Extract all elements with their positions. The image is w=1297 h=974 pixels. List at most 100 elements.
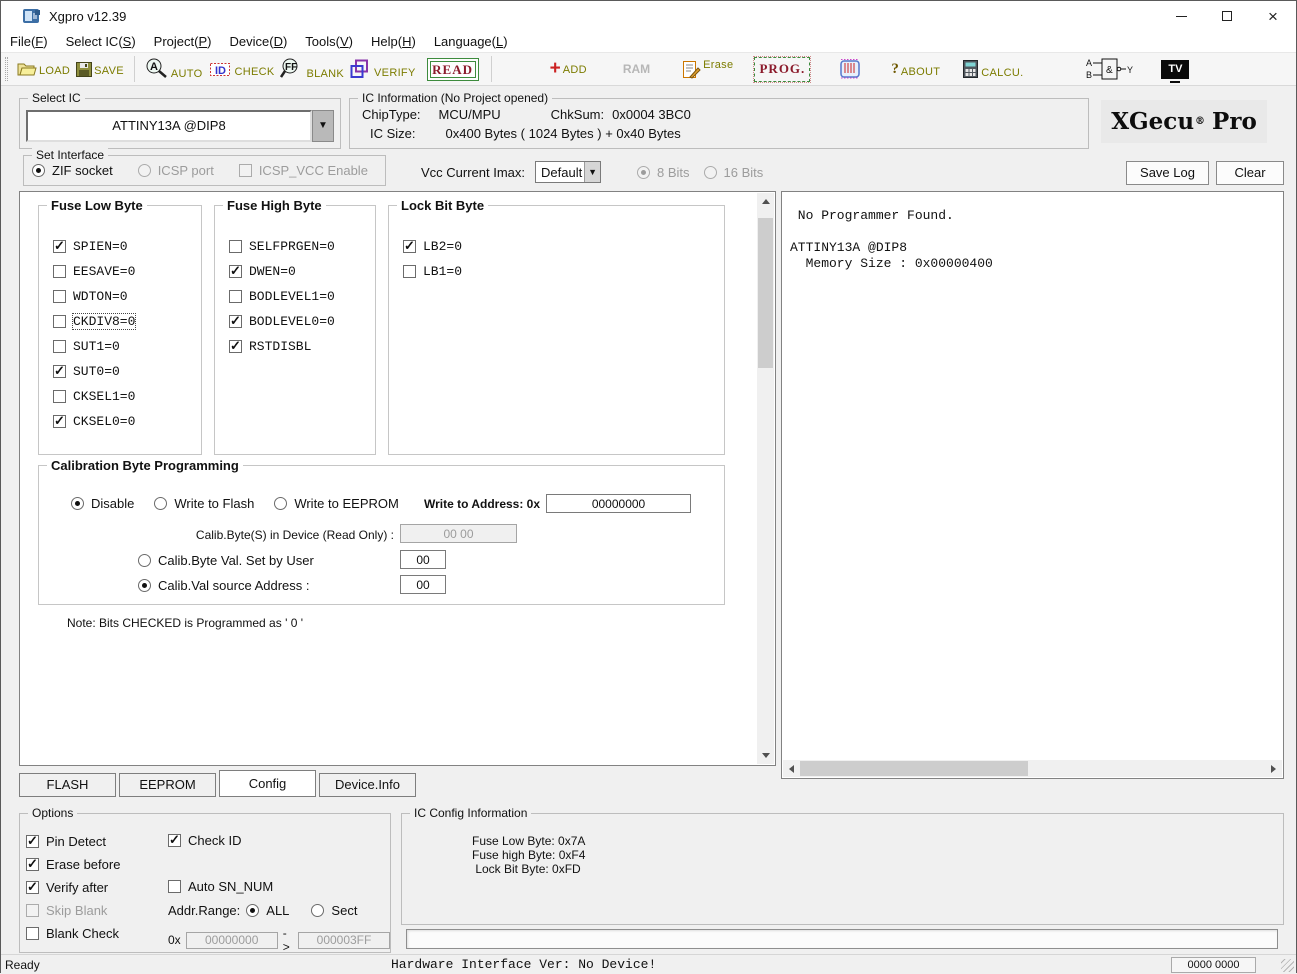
ic-combo-value[interactable]: ATTINY13A @DIP8 bbox=[26, 110, 312, 142]
checkbox-icon[interactable] bbox=[53, 340, 66, 353]
checkbox-wdton-0[interactable]: WDTON=0 bbox=[53, 284, 135, 309]
logic-gate-button[interactable]: A B & Y bbox=[1082, 54, 1136, 84]
menu-item-select-ic[interactable]: Select IC(S) bbox=[57, 34, 145, 49]
checkbox-rstdisbl[interactable]: RSTDISBL bbox=[229, 334, 335, 359]
checkbox-spien-0[interactable]: SPIEN=0 bbox=[53, 234, 135, 259]
checkbox-icon[interactable] bbox=[168, 880, 181, 893]
ic-combo[interactable]: ATTINY13A @DIP8 ▼ bbox=[26, 110, 334, 142]
checkbox-icon[interactable] bbox=[53, 240, 66, 253]
checkbox-auto-sn-num[interactable]: Auto SN_NUM bbox=[168, 879, 273, 894]
checkbox-icon[interactable] bbox=[229, 290, 242, 303]
check-button[interactable]: ID CHECK bbox=[205, 59, 277, 80]
radio-write-to-eeprom[interactable]: Write to EEPROM bbox=[274, 496, 399, 511]
checkbox-ckdiv8-0[interactable]: CKDIV8=0 bbox=[53, 309, 135, 334]
checkbox-icon[interactable] bbox=[53, 290, 66, 303]
radio-icon[interactable] bbox=[138, 554, 151, 567]
checkbox-erase-before[interactable]: Erase before bbox=[26, 853, 120, 876]
ic-combo-dropdown-button[interactable]: ▼ bbox=[312, 110, 334, 142]
menu-item-project[interactable]: Project(P) bbox=[145, 34, 221, 49]
menu-item-device[interactable]: Device(D) bbox=[220, 34, 296, 49]
checkbox-bodlevel1-0[interactable]: BODLEVEL1=0 bbox=[229, 284, 335, 309]
checkbox-icon[interactable] bbox=[53, 365, 66, 378]
tab-flash[interactable]: FLASH bbox=[19, 773, 116, 797]
checkbox-icon[interactable] bbox=[26, 858, 39, 871]
checkbox-lb1-0[interactable]: LB1=0 bbox=[403, 259, 462, 284]
checkbox-verify-after[interactable]: Verify after bbox=[26, 876, 120, 899]
menu-item-tools[interactable]: Tools(V) bbox=[296, 34, 362, 49]
checkbox-selfprgen-0[interactable]: SELFPRGEN=0 bbox=[229, 234, 335, 259]
radio-sect[interactable]: Sect bbox=[311, 903, 357, 918]
checkbox-eesave-0[interactable]: EESAVE=0 bbox=[53, 259, 135, 284]
checkbox-sut1-0[interactable]: SUT1=0 bbox=[53, 334, 135, 359]
vcc-select[interactable]: Default ▼ bbox=[535, 161, 601, 183]
checkbox-dwen-0[interactable]: DWEN=0 bbox=[229, 259, 335, 284]
checkbox-icon[interactable] bbox=[53, 315, 66, 328]
scroll-left-button[interactable] bbox=[783, 760, 800, 777]
radio-icon[interactable] bbox=[246, 904, 259, 917]
checkbox-icon[interactable] bbox=[26, 835, 39, 848]
horizontal-scrollbar[interactable] bbox=[783, 760, 1282, 777]
blank-button[interactable]: FF BLANK bbox=[277, 56, 347, 82]
menu-item-file[interactable]: File(F) bbox=[1, 34, 57, 49]
radio-icon[interactable] bbox=[154, 497, 167, 510]
tab-device-info[interactable]: Device.Info bbox=[319, 773, 416, 797]
checkbox-icon[interactable] bbox=[26, 881, 39, 894]
checkbox-icon[interactable] bbox=[53, 390, 66, 403]
save-button[interactable]: SAVE bbox=[73, 60, 127, 79]
checkbox-icon[interactable] bbox=[403, 265, 416, 278]
tab-eeprom[interactable]: EEPROM bbox=[119, 773, 216, 797]
radio-all[interactable]: ALL bbox=[246, 903, 289, 918]
auto-button[interactable]: A AUTO bbox=[142, 56, 206, 82]
checkbox-cksel0-0[interactable]: CKSEL0=0 bbox=[53, 409, 135, 434]
checkbox-sut0-0[interactable]: SUT0=0 bbox=[53, 359, 135, 384]
radio-icon[interactable] bbox=[138, 579, 151, 592]
scroll-right-button[interactable] bbox=[1265, 760, 1282, 777]
write-address-input[interactable] bbox=[546, 494, 691, 513]
save-log-button[interactable]: Save Log bbox=[1126, 161, 1209, 185]
ic-test-button[interactable] bbox=[834, 56, 866, 82]
radio-calib-byte-val-set-by-user[interactable]: Calib.Byte Val. Set by User bbox=[138, 553, 314, 568]
calculator-button[interactable]: CALCU. bbox=[959, 57, 1026, 81]
scroll-up-button[interactable] bbox=[757, 193, 774, 210]
scrollbar-thumb[interactable] bbox=[758, 218, 773, 368]
checkbox-icon[interactable] bbox=[53, 415, 66, 428]
calib-source-input[interactable] bbox=[400, 575, 446, 594]
radio-icon[interactable] bbox=[32, 164, 45, 177]
radio-icon[interactable] bbox=[311, 904, 324, 917]
read-button[interactable]: READ bbox=[427, 58, 479, 81]
checkbox-icon[interactable] bbox=[229, 240, 242, 253]
radio-icon[interactable] bbox=[274, 497, 287, 510]
verify-button[interactable]: VERIFY bbox=[347, 57, 419, 81]
checkbox-icon[interactable] bbox=[229, 340, 242, 353]
minimize-button[interactable] bbox=[1158, 1, 1204, 31]
prog-button[interactable]: PROG. bbox=[754, 57, 810, 82]
about-button[interactable]: ? ABOUT bbox=[888, 59, 943, 80]
close-button[interactable]: × bbox=[1250, 1, 1296, 31]
checkbox-icon[interactable] bbox=[53, 265, 66, 278]
erase-button[interactable]: Erase bbox=[679, 57, 736, 81]
radio-calib-val-source-address[interactable]: Calib.Val source Address : bbox=[138, 578, 310, 593]
checkbox-lb2-0[interactable]: LB2=0 bbox=[403, 234, 462, 259]
add-button[interactable]: + ADD bbox=[547, 60, 590, 78]
checkbox-blank-check[interactable]: Blank Check bbox=[26, 922, 120, 945]
radio-write-to-flash[interactable]: Write to Flash bbox=[154, 496, 254, 511]
menu-item-language[interactable]: Language(L) bbox=[425, 34, 517, 49]
load-button[interactable]: LOAD bbox=[14, 60, 73, 79]
checkbox-icon[interactable] bbox=[229, 315, 242, 328]
checkbox-icon[interactable] bbox=[403, 240, 416, 253]
radio-icon[interactable] bbox=[71, 497, 84, 510]
maximize-button[interactable] bbox=[1204, 1, 1250, 31]
tab-config[interactable]: Config bbox=[219, 770, 316, 797]
checkbox-check-id[interactable]: Check ID bbox=[168, 833, 241, 848]
tv-button[interactable]: TV bbox=[1158, 58, 1192, 81]
checkbox-pin-detect[interactable]: Pin Detect bbox=[26, 830, 120, 853]
radio-zif-socket[interactable]: ZIF socket bbox=[32, 163, 113, 178]
checkbox-bodlevel0-0[interactable]: BODLEVEL0=0 bbox=[229, 309, 335, 334]
chevron-down-icon[interactable]: ▼ bbox=[584, 162, 600, 182]
vertical-scrollbar[interactable] bbox=[757, 193, 774, 764]
checkbox-icon[interactable] bbox=[168, 834, 181, 847]
scrollbar-thumb[interactable] bbox=[800, 761, 1028, 776]
scroll-down-button[interactable] bbox=[757, 747, 774, 764]
clear-button[interactable]: Clear bbox=[1216, 161, 1284, 185]
checkbox-icon[interactable] bbox=[229, 265, 242, 278]
